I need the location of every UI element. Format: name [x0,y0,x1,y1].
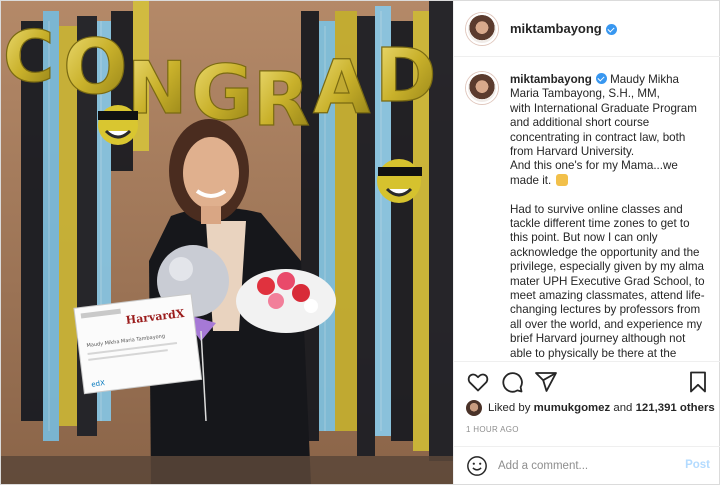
caption-line: acknowledge the opportunity and the [510,245,700,259]
emoji-picker-icon[interactable] [466,455,488,477]
graduation-photo-illustration: C O N G R A D HarvardX Maudy Mikha Maria… [1,1,453,484]
header-username[interactable]: miktambayong [510,21,602,36]
caption-line: all over the world, and experience my [510,317,703,331]
post-comment-button[interactable]: Post [685,459,710,471]
instagram-post-frame: C O N G R A D HarvardX Maudy Mikha Maria… [0,0,720,485]
caption-line: privilege, especially given by my alma [510,260,704,274]
caption-verified-badge-icon [595,73,607,84]
caption-username[interactable]: miktambayong [510,73,592,86]
liker-avatar[interactable] [466,400,482,416]
caption-line: changing lectures by professors from [510,303,701,317]
heart-icon[interactable] [466,370,490,394]
likes-count[interactable]: 121,391 others [636,402,715,414]
caption-avatar[interactable] [466,72,498,104]
balloon-letter: O [63,22,128,111]
emoji-balloon-left [98,105,138,145]
post-side-panel: miktambayong miktambayong Maudy Mikha Ma… [453,1,720,484]
comment-box: Post [454,446,720,484]
caption-line: And this one's for my Mama...we [510,159,678,173]
caption-line: made it. [510,173,552,187]
share-icon[interactable] [534,370,558,394]
balloon-letter: R [253,57,310,143]
caption-line: Maria Tambayong, S.H., MM, [510,87,660,101]
caption-line: meet amazing classmates, attend life- [510,289,705,303]
caption-line: mater UPH Executive Grad School, to [510,274,705,288]
action-bar [454,361,720,397]
verified-badge-icon [605,24,617,35]
caption-line: and additional short course [510,116,650,130]
flower-bouquet [236,269,336,333]
caption-line: able to physically be there at the [510,346,677,360]
post-timestamp[interactable]: 1 HOUR AGO [466,425,519,434]
caption-line: tackle different time zones to get to [510,217,690,231]
harvardx-certificate: HarvardX Maudy Mikha Maria Tambayong edX [73,293,203,395]
balloon-letter: A [313,45,370,131]
certificate-badge: edX [91,379,106,389]
bookmark-icon[interactable] [686,370,710,394]
caption-line: with International Graduate Program [510,101,697,115]
comment-input[interactable] [498,459,678,472]
balloon-letter: D [375,33,436,119]
caption-line: from Harvard University. [510,145,635,159]
liker-username[interactable]: mumukgomez [534,402,611,414]
caption-line: concentrating in contract law, both [510,130,686,144]
post-header: miktambayong [454,1,720,57]
post-photo[interactable]: C O N G R A D HarvardX Maudy Mikha Maria… [1,1,453,484]
avatar[interactable] [466,12,498,45]
likes-summary: Liked by mumukgomez and 121,391 others [466,399,716,417]
likes-prefix: Liked by [488,402,531,414]
caption-line: Had to survive online classes and [510,202,683,216]
smiling-face-emoji-icon [556,173,569,186]
caption-area: miktambayong Maudy Mikha Maria Tambayong… [454,58,720,360]
caption-line: Maudy Mikha [610,73,680,86]
caption-line: brief Harvard journey although not [510,332,686,346]
caption-line: this point. But now I can only [510,231,658,245]
comment-icon[interactable] [500,370,524,394]
balloon-letter: C [3,16,54,98]
likes-mid: and [613,402,633,414]
post-caption: miktambayong Maudy Mikha Maria Tambayong… [510,72,708,360]
